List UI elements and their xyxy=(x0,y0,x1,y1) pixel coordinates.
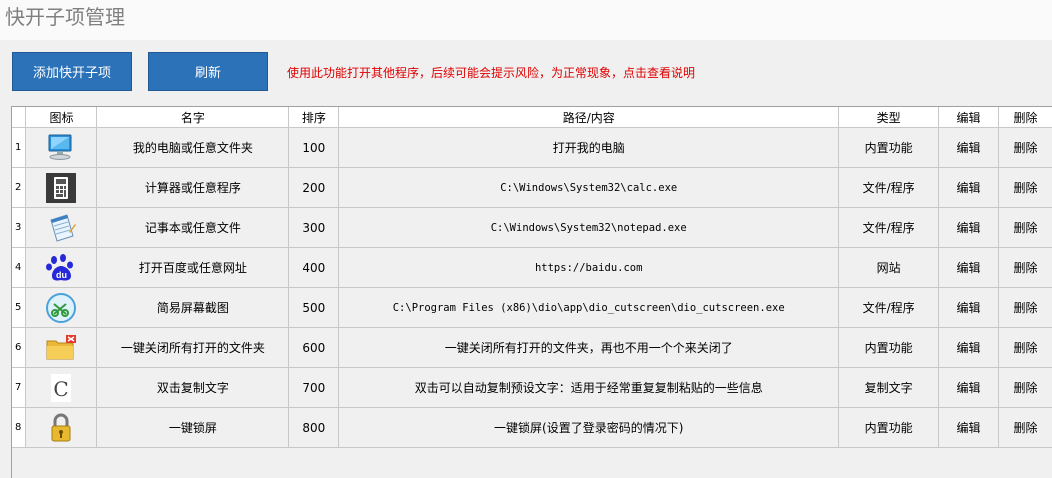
header-edit[interactable]: 编辑 xyxy=(938,107,999,128)
delete-button[interactable]: 删除 xyxy=(998,327,1052,368)
row-name: 我的电脑或任意文件夹 xyxy=(96,127,290,168)
table-row[interactable]: 6 一键关闭所有打开的文件夹 600 一键关闭所有打开的文件夹，再也不用一个个来关闭了… xyxy=(12,327,1052,368)
row-order: 200 xyxy=(288,167,340,208)
row-type: 内置功能 xyxy=(838,327,940,368)
edit-button[interactable]: 编辑 xyxy=(938,367,999,408)
row-path: 双击可以自动复制预设文字：适用于经常重复复制粘贴的一些信息 xyxy=(338,367,840,408)
table-row[interactable]: 5 简易屏幕截图 500 C:\Program Files (x86)\dio\app… xyxy=(12,287,1052,328)
row-icon-cell xyxy=(25,407,98,448)
row-type: 复制文字 xyxy=(838,367,940,408)
delete-button[interactable]: 删除 xyxy=(998,127,1052,168)
row-name: 双击复制文字 xyxy=(96,367,290,408)
row-name: 记事本或任意文件 xyxy=(96,207,290,248)
row-type: 文件/程序 xyxy=(838,167,940,208)
lock-icon xyxy=(45,412,77,444)
row-icon-cell xyxy=(25,207,98,248)
items-table: 图标 名字 排序 路径/内容 类型 编辑 删除 1 我的电脑或任意文件夹 100 打开… xyxy=(12,107,1052,448)
row-path: C:\Windows\System32\calc.exe xyxy=(338,167,840,208)
row-path: https://baidu.com xyxy=(338,247,840,288)
edit-button[interactable]: 编辑 xyxy=(938,287,999,328)
delete-button[interactable]: 删除 xyxy=(998,247,1052,288)
baidu-icon: du xyxy=(45,252,77,284)
header-path[interactable]: 路径/内容 xyxy=(338,107,840,128)
row-name: 一键锁屏 xyxy=(96,407,290,448)
items-grid: 图标 名字 排序 路径/内容 类型 编辑 删除 1 我的电脑或任意文件夹 100 打开… xyxy=(11,106,1052,478)
row-name: 打开百度或任意网址 xyxy=(96,247,290,288)
header-delete[interactable]: 删除 xyxy=(998,107,1052,128)
table-row[interactable]: 2 计算器或任意程序 200 C:\Windows\System32\calc.exe… xyxy=(12,167,1052,208)
row-icon-cell: C xyxy=(25,367,98,408)
notepad-icon xyxy=(45,212,77,244)
table-row[interactable]: 7 C 双击复制文字 700 双击可以自动复制预设文字：适用于经常重复复制粘贴的一些信息… xyxy=(12,367,1052,408)
table-row[interactable]: 8 一键锁屏 800 一键锁屏(设置了登录密码的情况下) 内置功能 编辑 删除 xyxy=(12,407,1052,448)
row-name: 一键关闭所有打开的文件夹 xyxy=(96,327,290,368)
header-type[interactable]: 类型 xyxy=(838,107,940,128)
header-row: 图标 名字 排序 路径/内容 类型 编辑 删除 xyxy=(12,107,1052,128)
table-row[interactable]: 3 记事本或任意文件 300 C:\Windows\System32\notepad.… xyxy=(12,207,1052,248)
row-order: 700 xyxy=(288,367,340,408)
delete-button[interactable]: 删除 xyxy=(998,367,1052,408)
row-icon-cell xyxy=(25,127,98,168)
row-type: 内置功能 xyxy=(838,407,940,448)
edit-button[interactable]: 编辑 xyxy=(938,327,999,368)
screenshot-icon xyxy=(45,292,77,324)
title-bar: 快开子项管理 xyxy=(0,0,1052,40)
row-name: 简易屏幕截图 xyxy=(96,287,290,328)
header-name[interactable]: 名字 xyxy=(96,107,290,128)
row-order: 800 xyxy=(288,407,340,448)
row-index: 5 xyxy=(12,287,27,328)
row-path: 一键锁屏(设置了登录密码的情况下) xyxy=(338,407,840,448)
header-icon[interactable]: 图标 xyxy=(25,107,98,128)
copy-text-icon: C xyxy=(45,372,77,404)
delete-button[interactable]: 删除 xyxy=(998,207,1052,248)
row-order: 500 xyxy=(288,287,340,328)
row-index: 3 xyxy=(12,207,27,248)
calculator-icon xyxy=(45,172,77,204)
row-order: 300 xyxy=(288,207,340,248)
edit-button[interactable]: 编辑 xyxy=(938,127,999,168)
page-title: 快开子项管理 xyxy=(5,5,125,29)
row-index: 8 xyxy=(12,407,27,448)
row-path: 一键关闭所有打开的文件夹，再也不用一个个来关闭了 xyxy=(338,327,840,368)
add-item-button[interactable]: 添加快开子项 xyxy=(12,52,132,91)
refresh-button[interactable]: 刷新 xyxy=(148,52,268,91)
row-type: 网站 xyxy=(838,247,940,288)
delete-button[interactable]: 删除 xyxy=(998,407,1052,448)
row-type: 文件/程序 xyxy=(838,207,940,248)
svg-text:C: C xyxy=(54,377,69,401)
row-path: 打开我的电脑 xyxy=(338,127,840,168)
edit-button[interactable]: 编辑 xyxy=(938,407,999,448)
delete-button[interactable]: 删除 xyxy=(998,167,1052,208)
row-icon-cell: du xyxy=(25,247,98,288)
row-icon-cell xyxy=(25,287,98,328)
row-order: 400 xyxy=(288,247,340,288)
table-body: 1 我的电脑或任意文件夹 100 打开我的电脑 内置功能 编辑 删除 2 计算器或任意程序 200… xyxy=(12,127,1052,448)
row-path: C:\Windows\System32\notepad.exe xyxy=(338,207,840,248)
row-path: C:\Program Files (x86)\dio\app\dio_cutsc… xyxy=(338,287,840,328)
computer-icon xyxy=(45,132,77,164)
close-folder-icon xyxy=(45,332,77,364)
row-icon-cell xyxy=(25,167,98,208)
row-index: 1 xyxy=(12,127,27,168)
row-name: 计算器或任意程序 xyxy=(96,167,290,208)
header-order[interactable]: 排序 xyxy=(288,107,340,128)
table-row[interactable]: 1 我的电脑或任意文件夹 100 打开我的电脑 内置功能 编辑 删除 xyxy=(12,127,1052,168)
edit-button[interactable]: 编辑 xyxy=(938,247,999,288)
row-index: 7 xyxy=(12,367,27,408)
row-index: 2 xyxy=(12,167,27,208)
row-order: 600 xyxy=(288,327,340,368)
row-index: 4 xyxy=(12,247,27,288)
row-type: 文件/程序 xyxy=(838,287,940,328)
row-icon-cell xyxy=(25,327,98,368)
row-order: 100 xyxy=(288,127,340,168)
svg-text:du: du xyxy=(56,270,67,280)
row-type: 内置功能 xyxy=(838,127,940,168)
edit-button[interactable]: 编辑 xyxy=(938,207,999,248)
table-row[interactable]: 4 du 打开百度或任意网址 400 https://baidu.com 网站 编辑 删除 xyxy=(12,247,1052,288)
delete-button[interactable]: 删除 xyxy=(998,287,1052,328)
header-index xyxy=(12,107,27,128)
edit-button[interactable]: 编辑 xyxy=(938,167,999,208)
warning-link[interactable]: 使用此功能打开其他程序，后续可能会提示风险，为正常现象，点击查看说明 xyxy=(287,64,695,81)
row-index: 6 xyxy=(12,327,27,368)
